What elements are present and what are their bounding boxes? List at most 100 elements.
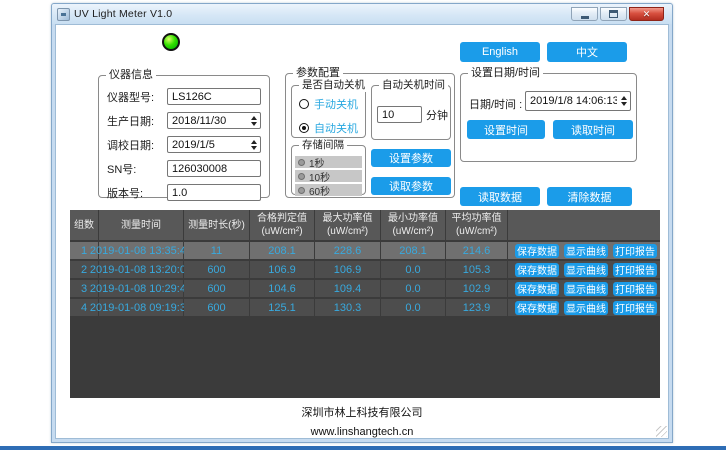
cell-duration: 600 xyxy=(184,261,249,278)
minimize-button[interactable] xyxy=(571,7,598,21)
print-report-button[interactable]: 打印报告 xyxy=(613,244,657,258)
titlebar[interactable]: UV Light Meter V1.0 ✕ xyxy=(52,4,672,24)
datetime-group-title: 设置日期/时间 xyxy=(468,67,543,80)
show-curve-button[interactable]: 显示曲线 xyxy=(564,301,608,315)
interval-60s-label: 60秒 xyxy=(309,183,330,198)
production-date-field[interactable] xyxy=(168,113,247,128)
maximize-icon xyxy=(609,10,618,18)
header-max-power: 最大功率值(uW/cm²) xyxy=(315,210,380,240)
save-data-button[interactable]: 保存数据 xyxy=(515,263,559,277)
read-params-button[interactable]: 读取参数 xyxy=(371,177,451,195)
interval-1s-radio[interactable]: 1秒 xyxy=(295,156,362,168)
window-controls: ✕ xyxy=(571,7,664,21)
datetime-group: 设置日期/时间 日期/时间 : 设置时间 读取时间 xyxy=(460,73,637,162)
cell-actions: 保存数据显示曲线打印报告 xyxy=(508,261,660,278)
measurement-table: 组数 测量时间 测量时长(秒) 合格判定值(uW/cm²) 最大功率值(uW/c… xyxy=(70,210,660,398)
auto-off-radio[interactable]: 自动关机 xyxy=(292,120,365,136)
read-time-button[interactable]: 读取时间 xyxy=(553,120,633,139)
app-window: UV Light Meter V1.0 ✕ English 中文 仪器信息 仪器… xyxy=(51,3,673,443)
table-row[interactable]: 4 2019-01-08 09:19:35 600 125.1 130.3 0.… xyxy=(70,299,660,316)
datetime-field[interactable] xyxy=(526,92,617,110)
cell-avg-power: 123.9 xyxy=(446,299,507,316)
interval-60s-radio-circle xyxy=(298,187,305,194)
english-language-button[interactable]: English xyxy=(460,42,540,62)
cell-max-power: 109.4 xyxy=(315,280,380,297)
production-date-spinner[interactable] xyxy=(247,113,260,128)
save-data-button[interactable]: 保存数据 xyxy=(515,301,559,315)
cell-measure-time: 2019-01-08 13:20:04 xyxy=(99,261,183,278)
set-time-button[interactable]: 设置时间 xyxy=(467,120,545,139)
cell-max-power: 228.6 xyxy=(315,242,380,259)
cell-avg-power: 102.9 xyxy=(446,280,507,297)
auto-off-time-subgroup: 自动关机时间 分钟 xyxy=(371,85,451,140)
header-group: 组数 xyxy=(70,210,98,240)
interval-1s-label: 1秒 xyxy=(309,155,325,170)
show-curve-button[interactable]: 显示曲线 xyxy=(564,263,608,277)
cell-duration: 600 xyxy=(184,299,249,316)
manual-off-radio[interactable]: 手动关机 xyxy=(292,96,365,112)
table-row[interactable]: 3 2019-01-08 10:29:40 600 104.6 109.4 0.… xyxy=(70,280,660,297)
minimize-icon xyxy=(581,16,589,19)
manual-off-radio-label: 手动关机 xyxy=(314,96,358,112)
calibration-date-field[interactable] xyxy=(168,137,247,152)
footer-website: www.linshangtech.cn xyxy=(56,426,668,438)
show-curve-button[interactable]: 显示曲线 xyxy=(564,282,608,296)
calibration-date-row: 调校日期: xyxy=(107,136,261,153)
cell-avg-power: 105.3 xyxy=(446,261,507,278)
table-header-row: 组数 测量时间 测量时长(秒) 合格判定值(uW/cm²) 最大功率值(uW/c… xyxy=(70,210,660,240)
set-params-button[interactable]: 设置参数 xyxy=(371,149,451,167)
cell-qualified-value: 106.9 xyxy=(250,261,314,278)
status-led-indicator xyxy=(162,33,180,51)
auto-off-time-unit: 分钟 xyxy=(426,107,448,123)
close-button[interactable]: ✕ xyxy=(629,7,664,21)
table-row[interactable]: 2 2019-01-08 13:20:04 600 106.9 106.9 0.… xyxy=(70,261,660,278)
app-icon xyxy=(57,8,70,21)
header-min-power: 最小功率值(uW/cm²) xyxy=(381,210,445,240)
device-info-group: 仪器信息 仪器型号: 生产日期: 调校日期: xyxy=(98,75,270,198)
window-content: English 中文 仪器信息 仪器型号: 生产日期: 调校日期: xyxy=(55,24,669,439)
storage-interval-subgroup: 存储间隔 1秒 10秒 60秒 xyxy=(291,145,366,195)
print-report-button[interactable]: 打印报告 xyxy=(613,301,657,315)
show-curve-button[interactable]: 显示曲线 xyxy=(564,244,608,258)
auto-off-radio-label: 自动关机 xyxy=(314,120,358,136)
device-model-field[interactable] xyxy=(168,89,260,104)
header-actions xyxy=(508,210,660,240)
save-data-button[interactable]: 保存数据 xyxy=(515,282,559,296)
datetime-spinner[interactable] xyxy=(617,92,630,110)
cell-measure-time: 2019-01-08 13:35:47 xyxy=(99,242,183,259)
maximize-button[interactable] xyxy=(600,7,627,21)
cell-qualified-value: 125.1 xyxy=(250,299,314,316)
version-field[interactable] xyxy=(168,185,260,200)
print-report-button[interactable]: 打印报告 xyxy=(613,263,657,277)
spinner-down-icon xyxy=(251,122,257,126)
read-data-button[interactable]: 读取数据 xyxy=(460,187,540,206)
interval-10s-radio[interactable]: 10秒 xyxy=(295,170,362,182)
table-row[interactable]: 1 2019-01-08 13:35:47 11 208.1 228.6 208… xyxy=(70,242,660,259)
spinner-up-icon xyxy=(251,140,257,144)
resize-grip[interactable] xyxy=(656,426,667,437)
chinese-language-button[interactable]: 中文 xyxy=(547,42,627,62)
interval-10s-label: 10秒 xyxy=(309,169,330,184)
cell-qualified-value: 104.6 xyxy=(250,280,314,297)
interval-10s-radio-circle xyxy=(298,173,305,180)
interval-60s-radio[interactable]: 60秒 xyxy=(295,184,362,196)
device-info-rows: 仪器型号: 生产日期: 调校日期: SN号: xyxy=(99,76,269,201)
cell-qualified-value: 208.1 xyxy=(250,242,314,259)
window-title: UV Light Meter V1.0 xyxy=(74,8,172,20)
device-info-group-title: 仪器信息 xyxy=(106,69,156,82)
serial-number-field[interactable] xyxy=(168,161,260,176)
header-duration: 测量时长(秒) xyxy=(184,210,249,240)
clear-data-button[interactable]: 清除数据 xyxy=(547,187,632,206)
auto-off-time-field[interactable] xyxy=(378,107,421,122)
production-date-label: 生产日期: xyxy=(107,113,167,129)
cell-avg-power: 214.6 xyxy=(446,242,507,259)
device-model-label: 仪器型号: xyxy=(107,89,167,105)
calibration-date-spinner[interactable] xyxy=(247,137,260,152)
cell-actions: 保存数据显示曲线打印报告 xyxy=(508,280,660,297)
auto-off-time-title: 自动关机时间 xyxy=(379,79,448,92)
calibration-date-label: 调校日期: xyxy=(107,137,167,153)
save-data-button[interactable]: 保存数据 xyxy=(515,244,559,258)
print-report-button[interactable]: 打印报告 xyxy=(613,282,657,296)
cell-max-power: 130.3 xyxy=(315,299,380,316)
device-model-row: 仪器型号: xyxy=(107,88,261,105)
